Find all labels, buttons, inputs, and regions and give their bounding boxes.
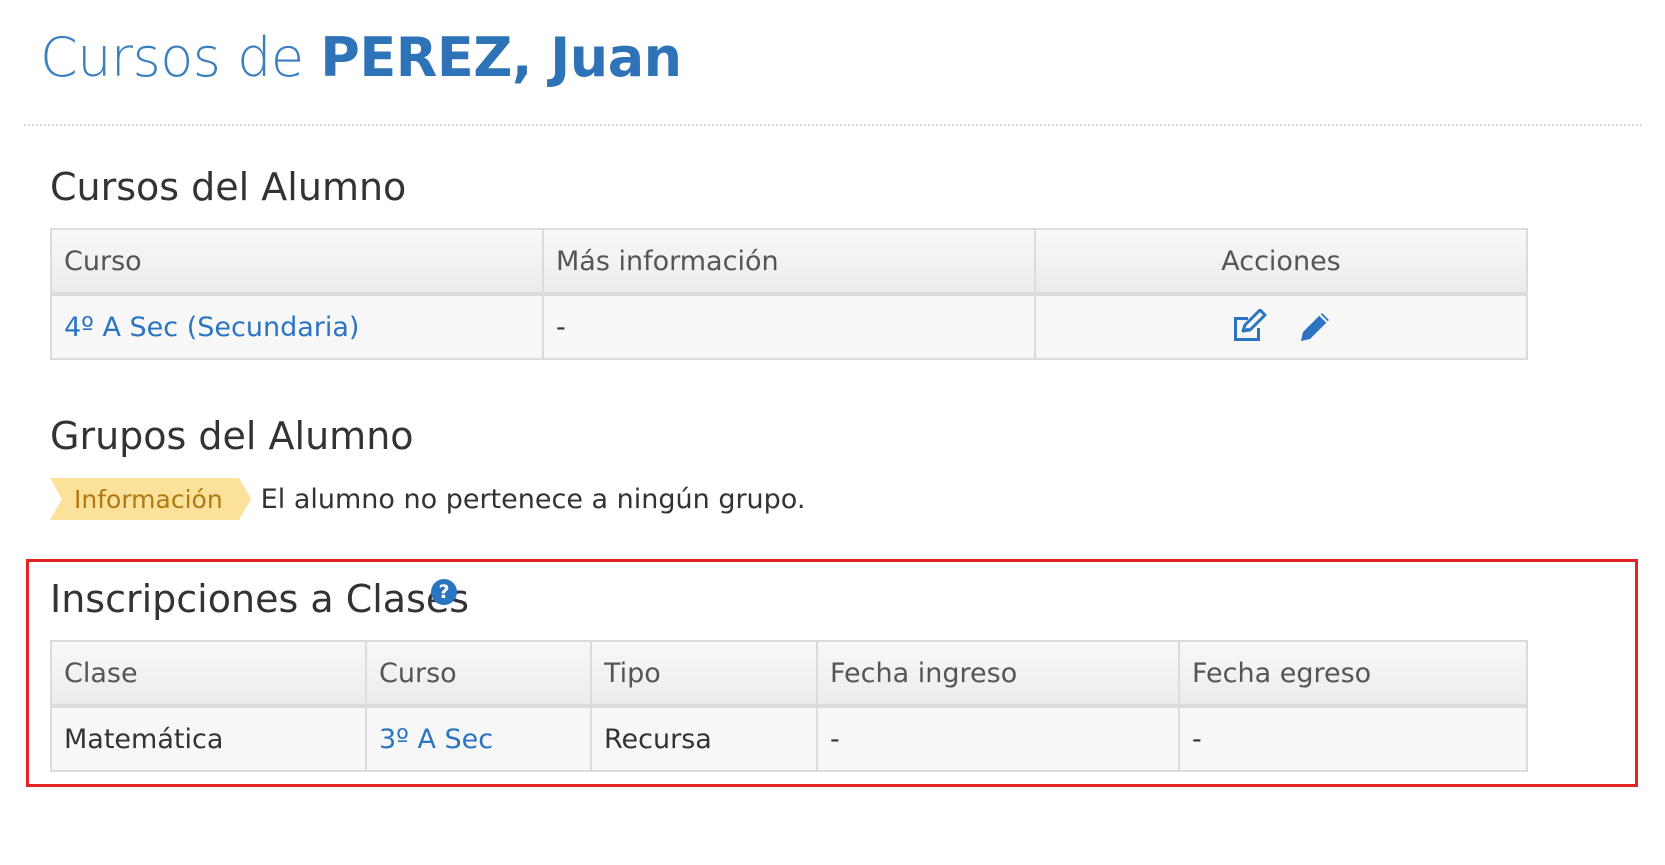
enrollments-table-header: Clase Curso Tipo Fecha ingreso Fecha egr… (50, 640, 1528, 708)
column-header-curso: Curso (365, 640, 592, 708)
enrollments-table: Clase Curso Tipo Fecha ingreso Fecha egr… (50, 640, 1528, 772)
enrollments-heading: Inscripciones a Clases (50, 577, 470, 621)
end-date-cell: - (1178, 705, 1528, 772)
type-cell: Recursa (590, 705, 818, 772)
table-row: Matemática 3º A Sec Recursa - - (50, 705, 1528, 772)
page-title-prefix: Cursos de (40, 26, 321, 89)
info-badge: Información (50, 478, 251, 520)
courses-table-header: Curso Más información Acciones (50, 228, 1528, 296)
edit-square-icon[interactable] (1229, 308, 1269, 345)
class-course-link[interactable]: 3º A Sec (379, 724, 493, 755)
class-course-cell: 3º A Sec (365, 705, 592, 772)
table-row: 4º A Sec (Secundaria) - (50, 293, 1528, 360)
column-header-fecha-egreso: Fecha egreso (1178, 640, 1528, 708)
column-header-clase: Clase (50, 640, 367, 708)
groups-empty-message: El alumno no pertenece a ningún grupo. (260, 483, 806, 515)
student-name: PEREZ, Juan (320, 26, 682, 89)
actions-cell (1034, 293, 1528, 360)
column-header-fecha-ingreso: Fecha ingreso (816, 640, 1180, 708)
class-cell: Matemática (50, 705, 367, 772)
column-header-acciones: Acciones (1034, 228, 1528, 296)
help-icon[interactable]: ? (431, 579, 457, 605)
groups-info: Información El alumno no pertenece a nin… (50, 478, 805, 520)
page-title: Cursos de PEREZ, Juan (40, 26, 682, 89)
column-header-mas-informacion: Más información (542, 228, 1036, 296)
course-link[interactable]: 4º A Sec (Secundaria) (64, 312, 359, 343)
pencil-icon[interactable] (1293, 309, 1333, 345)
title-divider (24, 124, 1642, 126)
start-date-cell: - (816, 705, 1180, 772)
course-cell: 4º A Sec (Secundaria) (50, 293, 544, 360)
column-header-tipo: Tipo (590, 640, 818, 708)
groups-heading: Grupos del Alumno (50, 414, 414, 458)
courses-heading: Cursos del Alumno (50, 165, 407, 209)
column-header-curso: Curso (50, 228, 544, 296)
courses-table: Curso Más información Acciones 4º A Sec … (50, 228, 1528, 360)
more-info-cell: - (542, 293, 1036, 360)
